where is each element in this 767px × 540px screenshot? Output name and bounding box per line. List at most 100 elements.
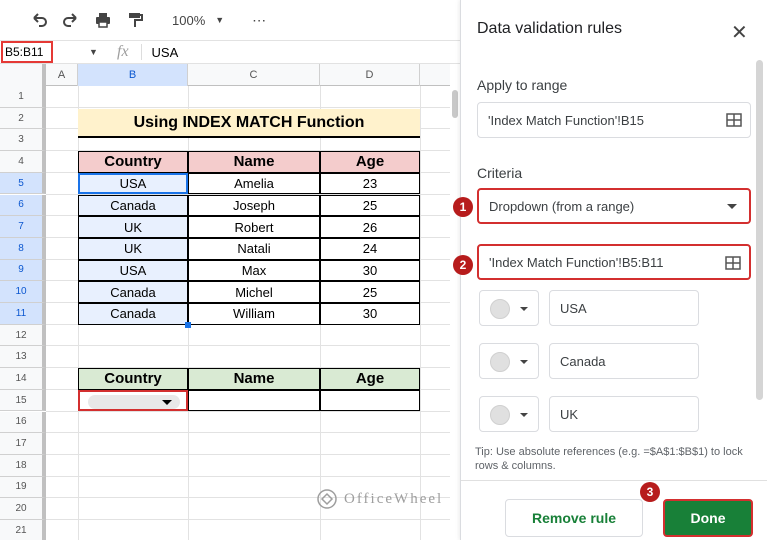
watermark-text: OfficeWheel: [344, 490, 444, 507]
row-header[interactable]: 12: [0, 324, 46, 347]
table-cell[interactable]: 30: [320, 259, 420, 282]
table-cell[interactable]: Amelia: [188, 172, 320, 195]
table-header-cell[interactable]: Country: [78, 151, 188, 173]
range-input[interactable]: 'Index Match Function'!B5:B11: [477, 244, 751, 280]
item-color-button[interactable]: [479, 396, 539, 432]
dropdown-chip[interactable]: [88, 394, 180, 409]
item-color-button[interactable]: [479, 290, 539, 326]
row-header[interactable]: 1: [0, 86, 46, 108]
chevron-down-icon: [520, 307, 528, 311]
table-header-cell[interactable]: Age: [320, 368, 420, 390]
officewheel-logo-icon: [317, 489, 337, 509]
item-color-button[interactable]: [479, 343, 539, 379]
table-cell[interactable]: USA: [78, 172, 188, 195]
row-header[interactable]: 10: [0, 281, 46, 303]
table-cell[interactable]: 23: [320, 172, 420, 195]
row-header[interactable]: 2: [0, 107, 46, 130]
data-validation-panel: Data validation rules ✕ Apply to range '…: [453, 0, 767, 540]
column-header-d[interactable]: D: [320, 64, 420, 86]
table-cell[interactable]: UK: [78, 237, 188, 260]
table-cell[interactable]: Max: [188, 259, 320, 282]
dropdown-cell[interactable]: [78, 389, 188, 412]
table-header-cell[interactable]: Country: [78, 368, 188, 390]
selection-fill-handle[interactable]: [185, 321, 191, 328]
select-range-icon[interactable]: [726, 112, 742, 128]
row-header[interactable]: 5: [0, 172, 46, 195]
formula-input[interactable]: USA: [152, 45, 179, 60]
column-headers: A B C D: [0, 64, 450, 86]
table-cell[interactable]: 25: [320, 281, 420, 303]
table-cell[interactable]: Canada: [78, 281, 188, 303]
row-header[interactable]: 21: [0, 520, 46, 540]
sheet-title[interactable]: Using INDEX MATCH Function: [78, 109, 420, 138]
row-header[interactable]: 17: [0, 433, 46, 455]
name-box[interactable]: B5:B11: [1, 41, 53, 63]
item-value-input[interactable]: UK: [549, 396, 699, 432]
table-cell[interactable]: Robert: [188, 216, 320, 238]
undo-icon[interactable]: [30, 10, 48, 30]
grid-scrollbar[interactable]: [450, 64, 460, 540]
table-cell[interactable]: [320, 389, 420, 412]
grid-line-h: [46, 519, 450, 520]
color-swatch-icon: [490, 352, 510, 372]
panel-scrollbar[interactable]: [756, 60, 763, 400]
done-button[interactable]: Done: [663, 499, 753, 537]
redo-icon[interactable]: [62, 10, 80, 30]
table-cell[interactable]: UK: [78, 216, 188, 238]
color-swatch-icon: [490, 405, 510, 425]
print-icon[interactable]: [94, 10, 112, 30]
table-cell[interactable]: Natali: [188, 237, 320, 260]
item-value-input[interactable]: Canada: [549, 343, 699, 379]
row-header[interactable]: 3: [0, 129, 46, 152]
select-range-icon[interactable]: [725, 255, 741, 271]
row-header[interactable]: 18: [0, 454, 46, 477]
table-header-cell[interactable]: Name: [188, 368, 320, 390]
chevron-down-icon[interactable]: ▼: [89, 47, 99, 57]
close-icon[interactable]: ✕: [731, 20, 748, 45]
column-header-a[interactable]: A: [46, 64, 78, 86]
table-cell[interactable]: 24: [320, 237, 420, 260]
table-cell[interactable]: Canada: [78, 194, 188, 217]
row-header[interactable]: 4: [0, 151, 46, 173]
chevron-down-icon: ▼: [215, 15, 225, 25]
table-cell[interactable]: William: [188, 303, 320, 325]
row-header[interactable]: 20: [0, 498, 46, 520]
table-header-cell[interactable]: Name: [188, 151, 320, 173]
grid-scrollbar-thumb[interactable]: [452, 90, 458, 118]
row-header[interactable]: 9: [0, 259, 46, 282]
table-cell[interactable]: Canada: [78, 303, 188, 325]
apply-to-range-label: Apply to range: [477, 77, 568, 93]
row-header[interactable]: 16: [0, 411, 46, 434]
row-header[interactable]: 13: [0, 346, 46, 369]
dropdown-item: Canada: [479, 343, 699, 379]
criteria-dropdown[interactable]: Dropdown (from a range): [477, 188, 751, 224]
row-header[interactable]: 14: [0, 368, 46, 390]
dropdown-item: UK: [479, 396, 699, 432]
remove-rule-button[interactable]: Remove rule: [505, 499, 643, 537]
zoom-select[interactable]: 100% ▼: [172, 13, 224, 28]
row-header[interactable]: 8: [0, 237, 46, 260]
table-cell[interactable]: Joseph: [188, 194, 320, 217]
spreadsheet-grid[interactable]: A B C D 1 2 3 4 5 6 7 8 9 10 11 12 13 14 15 16 17 18 19 20 2…: [0, 64, 450, 540]
select-all-corner[interactable]: [0, 64, 46, 86]
app-window: 100% ▼ ⋯ B5:B11 ▼ fx USA A B C D 1234567…: [0, 0, 767, 540]
row-header[interactable]: 7: [0, 216, 46, 238]
table-header-cell[interactable]: Age: [320, 151, 420, 173]
table-cell[interactable]: Michel: [188, 281, 320, 303]
row-header[interactable]: 15: [0, 389, 46, 412]
table-cell[interactable]: 26: [320, 216, 420, 238]
paint-format-icon[interactable]: [126, 10, 144, 30]
step-badge-1: 1: [453, 197, 473, 217]
row-header[interactable]: 6: [0, 194, 46, 217]
row-header[interactable]: 11: [0, 303, 46, 325]
table-cell[interactable]: 25: [320, 194, 420, 217]
more-options-icon[interactable]: ⋯: [252, 12, 266, 29]
table-cell[interactable]: [188, 389, 320, 412]
column-header-b[interactable]: B: [78, 64, 188, 86]
table-cell[interactable]: 30: [320, 303, 420, 325]
row-header[interactable]: 19: [0, 476, 46, 499]
table-cell[interactable]: USA: [78, 259, 188, 282]
column-header-c[interactable]: C: [188, 64, 320, 86]
item-value-input[interactable]: USA: [549, 290, 699, 326]
apply-to-range-input[interactable]: 'Index Match Function'!B15: [477, 102, 751, 138]
